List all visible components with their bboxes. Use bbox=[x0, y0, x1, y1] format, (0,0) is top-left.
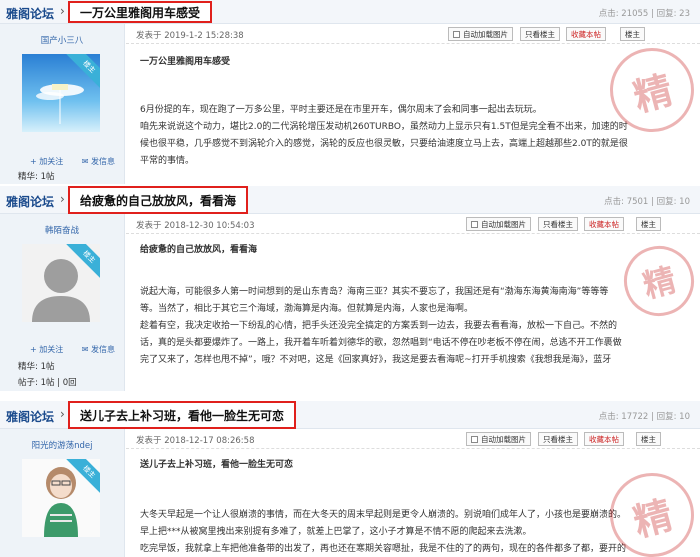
paragraph: 说起大海，可能很多人第一时间想到的是山东青岛？海南三亚？其实不要忘了，我国还是有… bbox=[140, 287, 609, 297]
post-content: 6月份提的车，现在跑了一万多公里，平时主要还是在市里开车，偶尔周末了会和同事一起… bbox=[140, 102, 688, 170]
author-username[interactable]: 韩陌奋战 bbox=[0, 224, 124, 236]
message-label: 发信息 bbox=[91, 157, 116, 166]
only-author-label: 只看楼主 bbox=[543, 219, 573, 229]
only-author-button[interactable]: 只看楼主 bbox=[520, 27, 560, 41]
thread-title[interactable]: 给疲惫的自己放放风，看看海 bbox=[68, 186, 249, 214]
thread-title[interactable]: 一万公里雅阁用车感受 bbox=[68, 1, 213, 23]
follow-button[interactable]: + 加关注 bbox=[30, 345, 71, 354]
avatar[interactable]: 楼主 bbox=[22, 54, 100, 132]
post-meta-bar: 发表于 2019-1-2 15:28:38 自动加载图片 只看楼主 收藏本帖 楼… bbox=[126, 24, 700, 44]
breadcrumb-arrow-icon: › bbox=[60, 192, 65, 206]
auto-load-images-toggle[interactable]: 自动加载图片 bbox=[448, 27, 513, 41]
checkbox-icon bbox=[471, 220, 478, 228]
only-author-button[interactable]: 只看楼主 bbox=[538, 217, 578, 231]
floor-text: 楼主 bbox=[625, 29, 640, 39]
post-content: 大冬天早起是一个让人很崩溃的事情，而在大冬天的周末早起则是更令人崩溃的。别说咱们… bbox=[140, 507, 688, 557]
paragraph: 等。当然了，相比于其它三个海域，渤海算是内海。但就算是内海，人家也是海啊。 bbox=[140, 304, 474, 314]
thread-stats: 点击: 21055 | 回复: 23 bbox=[598, 9, 690, 19]
follow-button[interactable]: + 加关注 bbox=[30, 157, 71, 166]
checkbox-icon bbox=[453, 30, 460, 38]
author-panel: 国产小三八 楼主 + 加关注 ✉ 发信息 精华: 1帖 bbox=[0, 24, 125, 184]
auto-load-images-toggle[interactable]: 自动加载图片 bbox=[466, 217, 531, 231]
paragraph: 完了又来了，怎样也甩不掉”，哦？不对吧，这是《回家真好》，我这是要去看海呢~打开… bbox=[140, 355, 612, 365]
send-message-button[interactable]: ✉ 发信息 bbox=[82, 157, 123, 166]
post-content: 说起大海，可能很多人第一时间想到的是山东青岛？海南三亚？其实不要忘了，我国还是有… bbox=[140, 284, 688, 369]
forum-name-link[interactable]: 雅阁论坛 bbox=[6, 5, 54, 22]
only-author-label: 只看楼主 bbox=[525, 29, 555, 39]
post-body: 发表于 2018-12-17 08:26:58 自动加载图片 只看楼主 收藏本帖… bbox=[126, 429, 700, 557]
post-date: 发表于 2018-12-17 08:26:58 bbox=[136, 436, 255, 446]
collect-label: 收藏本帖 bbox=[589, 434, 619, 444]
post-meta-bar: 发表于 2018-12-30 10:54:03 自动加载图片 只看楼主 收藏本帖… bbox=[126, 214, 700, 234]
message-label: 发信息 bbox=[91, 345, 116, 354]
author-panel: 韩陌奋战 楼主 + 加关注 ✉ 发信息 精华: 1帖 帖子: 1帖 | 0回 bbox=[0, 214, 125, 391]
auto-load-images-toggle[interactable]: 自动加载图片 bbox=[466, 432, 531, 446]
reward-count: 精华: 1帖 bbox=[18, 172, 55, 182]
post-meta-bar: 发表于 2018-12-17 08:26:58 自动加载图片 只看楼主 收藏本帖… bbox=[126, 429, 700, 449]
breadcrumb-arrow-icon: › bbox=[60, 4, 65, 18]
post-body: 发表于 2018-12-30 10:54:03 自动加载图片 只看楼主 收藏本帖… bbox=[126, 214, 700, 391]
post-date: 发表于 2019-1-2 15:28:38 bbox=[136, 31, 244, 41]
post-subtitle: 一万公里雅阁用车感受 bbox=[140, 57, 231, 67]
paragraph: 候也很平稳，几乎感觉不到涡轮介入的感觉，涡轮的反应也很灵敏，只要给油速度立马上去… bbox=[140, 139, 628, 149]
only-author-label: 只看楼主 bbox=[543, 434, 573, 444]
author-panel: 阳光的游荡ndej 楼主 bbox=[0, 429, 125, 557]
paragraph: 吃完早饭，我就拿上车把他准备带的出发了，再也还在寒期关容嗯扯，我是不住的了的两句… bbox=[140, 544, 627, 554]
post-count: 帖子: 1帖 | 0回 bbox=[18, 378, 77, 388]
author-username[interactable]: 阳光的游荡ndej bbox=[0, 439, 124, 451]
auto-load-label: 自动加载图片 bbox=[463, 29, 508, 39]
collect-button[interactable]: 收藏本帖 bbox=[584, 432, 624, 446]
author-actions: + 加关注 ✉ 发信息 bbox=[30, 344, 131, 355]
thread-title[interactable]: 送儿子去上补习班，看他一脸生无可恋 bbox=[68, 401, 297, 429]
collect-label: 收藏本帖 bbox=[589, 219, 619, 229]
collect-button[interactable]: 收藏本帖 bbox=[584, 217, 624, 231]
paragraph: 趁着有空，我决定收拾一下纷乱的心情，把手头还没完全搞定的方案丢到一边去，我要去看… bbox=[140, 321, 618, 331]
thread-header: 雅阁论坛 › 给疲惫的自己放放风，看看海 点击: 7501 | 回复: 10 bbox=[0, 186, 700, 214]
thread-header: 雅阁论坛 › 送儿子去上补习班，看他一脸生无可恋 点击: 17722 | 回复:… bbox=[0, 401, 700, 429]
post-subtitle: 给疲惫的自己放放风，看看海 bbox=[140, 245, 258, 255]
post-card-3: 雅阁论坛 › 送儿子去上补习班，看他一脸生无可恋 点击: 17722 | 回复:… bbox=[0, 401, 700, 557]
paragraph: 大冬天早起是一个让人很崩溃的事情，而在大冬天的周末早起则是更令人崩溃的。别说咱们… bbox=[140, 510, 627, 520]
auto-load-label: 自动加载图片 bbox=[481, 219, 526, 229]
only-author-button[interactable]: 只看楼主 bbox=[538, 432, 578, 446]
collect-button[interactable]: 收藏本帖 bbox=[566, 27, 606, 41]
reward-count: 精华: 1帖 bbox=[18, 362, 55, 372]
auto-load-label: 自动加载图片 bbox=[481, 434, 526, 444]
follow-label: 加关注 bbox=[39, 345, 64, 354]
paragraph: 话，真的是头都要爆炸了。一路上，我开着车听着刘德华的歌，忽然唱到“电话不停在吵老… bbox=[140, 338, 622, 348]
follow-label: 加关注 bbox=[39, 157, 64, 166]
floor-label[interactable]: 楼主 bbox=[636, 432, 661, 446]
post-subtitle: 送儿子去上补习班，看他一脸生无可恋 bbox=[140, 460, 294, 470]
breadcrumb-arrow-icon: › bbox=[60, 407, 65, 421]
avatar[interactable]: 楼主 bbox=[22, 459, 100, 537]
floor-label[interactable]: 楼主 bbox=[620, 27, 645, 41]
paragraph: 咱先来说说这个动力，堪比2.0的二代涡轮增压发动机260TURBO，虽然动力上显… bbox=[140, 122, 628, 132]
thread-header: 雅阁论坛 › 一万公里雅阁用车感受 点击: 21055 | 回复: 23 bbox=[0, 0, 700, 24]
paragraph: 平常的事情。 bbox=[140, 156, 195, 166]
forum-name-link[interactable]: 雅阁论坛 bbox=[6, 408, 54, 425]
post-card-2: 雅阁论坛 › 给疲惫的自己放放风，看看海 点击: 7501 | 回复: 10 韩… bbox=[0, 186, 700, 391]
thread-stats: 点击: 7501 | 回复: 10 bbox=[604, 197, 690, 207]
forum-name-link[interactable]: 雅阁论坛 bbox=[6, 193, 54, 210]
post-card-1: 雅阁论坛 › 一万公里雅阁用车感受 点击: 21055 | 回复: 23 国产小… bbox=[0, 0, 700, 184]
thread-title-text: 一万公里雅阁用车感受 bbox=[80, 5, 201, 20]
checkbox-icon bbox=[471, 435, 478, 443]
avatar[interactable]: 楼主 bbox=[22, 244, 100, 322]
author-username[interactable]: 国产小三八 bbox=[0, 34, 124, 46]
paragraph: 6月份提的车，现在跑了一万多公里，平时主要还是在市里开车，偶尔周末了会和同事一起… bbox=[140, 105, 542, 115]
floor-text: 楼主 bbox=[641, 219, 656, 229]
thread-title-text: 送儿子去上补习班，看他一脸生无可恋 bbox=[80, 408, 285, 423]
paragraph: 早上把***从被窝里拽出来别提有多难了，就差上巴掌了，这小子才算是不情不愿的爬起… bbox=[140, 527, 532, 537]
send-message-button[interactable]: ✉ 发信息 bbox=[82, 345, 123, 354]
collect-label: 收藏本帖 bbox=[571, 29, 601, 39]
thread-stats: 点击: 17722 | 回复: 10 bbox=[598, 412, 690, 422]
floor-label[interactable]: 楼主 bbox=[636, 217, 661, 231]
post-date: 发表于 2018-12-30 10:54:03 bbox=[136, 221, 255, 231]
thread-title-text: 给疲惫的自己放放风，看看海 bbox=[80, 193, 237, 208]
author-actions: + 加关注 ✉ 发信息 bbox=[30, 156, 131, 167]
floor-text: 楼主 bbox=[641, 434, 656, 444]
